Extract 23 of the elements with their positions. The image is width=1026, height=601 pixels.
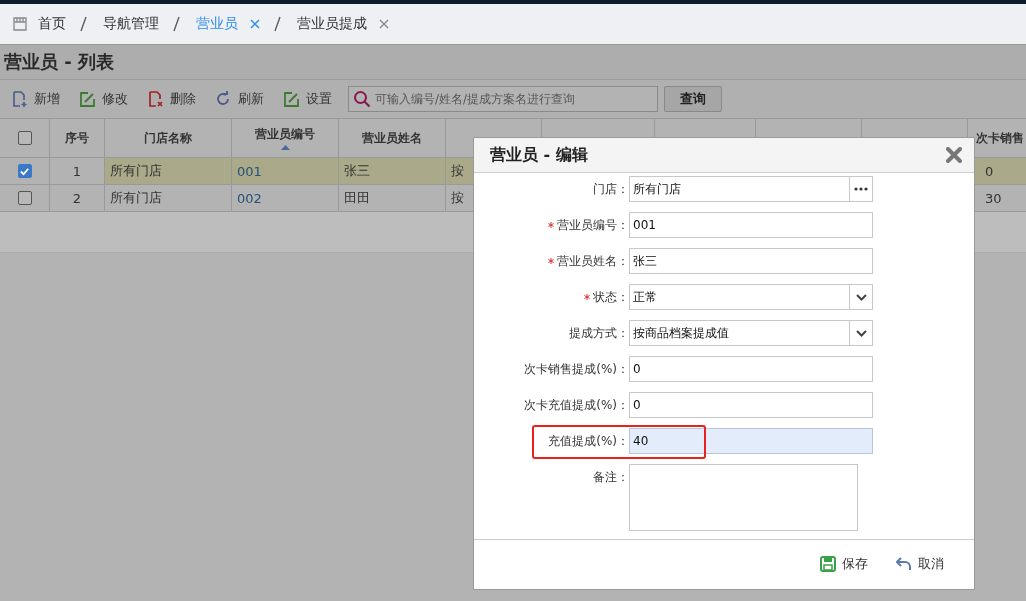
table-cell: 张三 [344,162,370,180]
field-label: 营业员姓名： [557,252,629,270]
table-cell: 1 [72,163,82,179]
table-cell: 002 [237,190,262,206]
field-label: 门店： [593,180,629,198]
field-label: 营业员编号： [557,216,629,234]
table-cell: 0 [985,163,994,179]
field-label: 次卡充值提成(%)： [524,396,629,414]
table-cell: 田田 [344,189,370,207]
table-cell: 所有门店 [110,189,162,207]
field-label: 备注： [593,469,629,486]
table-cell: 所有门店 [110,162,162,180]
table-cell: 按 [451,162,464,180]
table-cell: 2 [72,190,82,206]
field-label: 提成方式： [569,324,629,342]
field-label: 充值提成(%)： [548,432,629,450]
page-title: 营业员 - 列表 [4,50,114,74]
table-cell: 001 [237,163,262,179]
dialog-title: 营业员 - 编辑 [490,144,588,166]
table-cell: 30 [985,190,1002,206]
field-label: 状态： [593,288,629,306]
table-cell: 按 [451,189,464,207]
field-label: 次卡销售提成(%)： [524,360,629,378]
